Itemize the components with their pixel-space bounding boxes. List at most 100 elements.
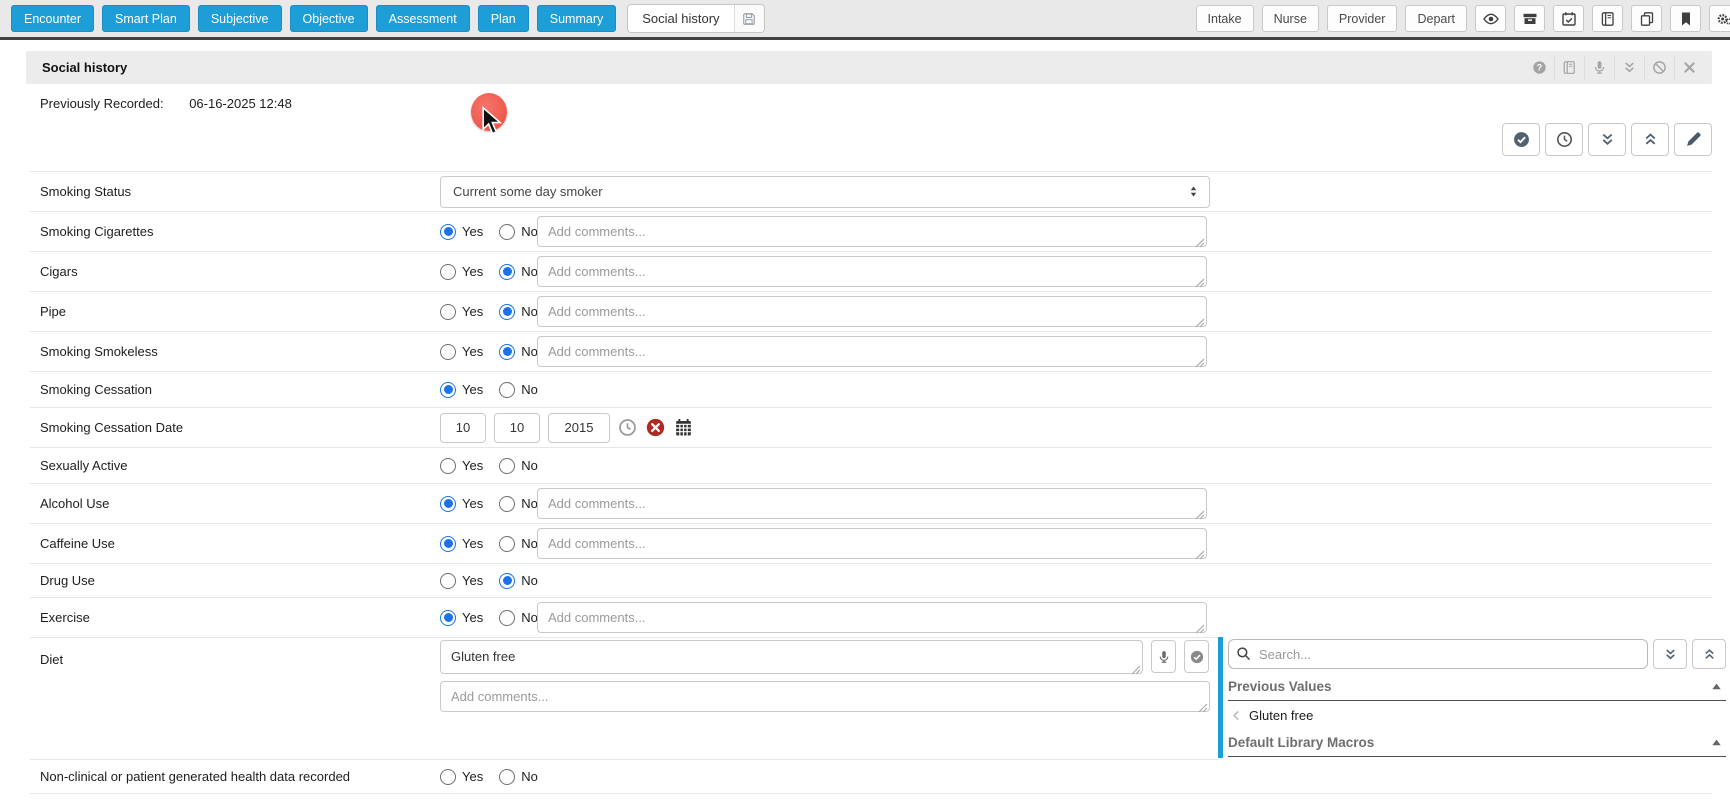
header-chevrons-down-icon-button[interactable] <box>1614 55 1644 80</box>
cursor-icon <box>481 106 503 136</box>
non-clinical-or-patient-generated-health-data-recorded-no-radio[interactable]: No <box>499 769 538 785</box>
drug-use-no-radio[interactable]: No <box>499 573 538 589</box>
header-mic-icon-button[interactable] <box>1584 55 1614 80</box>
macro-search-input[interactable] <box>1228 639 1648 669</box>
diet-value-textarea[interactable] <box>440 640 1143 674</box>
sexually-active-yes-radio[interactable]: Yes <box>440 458 483 474</box>
caffeine-use-yes-radio[interactable]: Yes <box>440 536 483 552</box>
no-radio-circle <box>499 536 515 552</box>
workflow-button-depart[interactable]: Depart <box>1405 5 1467 32</box>
nav-button-assessment[interactable]: Assessment <box>376 5 470 32</box>
pipe-no-radio[interactable]: No <box>499 304 538 320</box>
smoking-cigarettes-no-radio[interactable]: No <box>499 224 538 240</box>
action-clock-icon-button[interactable] <box>1545 123 1583 156</box>
yes-radio-circle <box>440 769 456 785</box>
diet-check-circle-icon-button[interactable] <box>1184 640 1209 673</box>
caffeine-use-no-radio[interactable]: No <box>499 536 538 552</box>
smoking-cessation-date-mm-input[interactable] <box>440 413 486 443</box>
workflow-button-provider[interactable]: Provider <box>1327 5 1398 32</box>
yes-radio-label: Yes <box>462 264 483 279</box>
nav-button-summary[interactable]: Summary <box>537 5 616 32</box>
exercise-yes-radio[interactable]: Yes <box>440 610 483 626</box>
smoking-cigarettes-yes-radio[interactable]: Yes <box>440 224 483 240</box>
gear-icon <box>1717 11 1730 27</box>
smoking-cigarettes-comment-textarea[interactable] <box>537 216 1207 247</box>
caffeine-use-comment-textarea[interactable] <box>537 528 1207 559</box>
drug-use-yes-radio[interactable]: Yes <box>440 573 483 589</box>
radio-group-drug-use: Yes No <box>440 573 537 589</box>
pipe-yes-radio[interactable]: Yes <box>440 304 483 320</box>
yes-radio-label: Yes <box>462 610 483 625</box>
previous-value-item[interactable]: Gluten free <box>1228 701 1726 729</box>
triangle-up-icon <box>1711 737 1722 748</box>
panel-chevrons-up-icon-button[interactable] <box>1692 639 1726 669</box>
section-header-icons: ? <box>1524 55 1704 80</box>
diet-mic-icon-button[interactable] <box>1151 640 1176 673</box>
smoking-cessation-yes-radio[interactable]: Yes <box>440 382 483 398</box>
top-toolbar: Encounter Smart Plan Subjective Objective As… <box>0 0 1730 40</box>
toolbar-gear-icon-button[interactable] <box>1709 5 1730 32</box>
exercise-comment-textarea[interactable] <box>537 602 1207 633</box>
toolbar-archive-icon-button[interactable] <box>1514 5 1545 32</box>
date-calendar-icon-button[interactable] <box>674 418 694 438</box>
smoking-smokeless-no-radio[interactable]: No <box>499 344 538 360</box>
panel-chevrons-down-icon-button[interactable] <box>1653 639 1687 669</box>
row-label-non-clinical-or-patient-generated-health-data-recorded: Non-clinical or patient generated health… <box>30 769 440 784</box>
alcohol-use-comment-textarea[interactable] <box>537 488 1207 519</box>
exercise-no-radio[interactable]: No <box>499 610 538 626</box>
smoking-smokeless-yes-radio[interactable]: Yes <box>440 344 483 360</box>
toolbar-copy-icon-button[interactable] <box>1631 5 1662 32</box>
sexually-active-no-radio[interactable]: No <box>499 458 538 474</box>
toolbar-eye-icon-button[interactable] <box>1475 5 1506 32</box>
cigars-yes-radio[interactable]: Yes <box>440 264 483 280</box>
non-clinical-or-patient-generated-health-data-recorded-yes-radio[interactable]: Yes <box>440 769 483 785</box>
date-remove-icon-button[interactable] <box>646 418 666 438</box>
header-close-icon-button[interactable] <box>1674 55 1704 80</box>
nav-button-encounter[interactable]: Encounter <box>11 5 94 32</box>
smoking-cessation-no-radio[interactable]: No <box>499 382 538 398</box>
section-header-default-library-macros[interactable]: Default Library Macros <box>1228 729 1726 757</box>
smoking-cessation-date-yy-input[interactable] <box>548 413 610 443</box>
workflow-button-intake[interactable]: Intake <box>1196 5 1254 32</box>
cigars-comment-textarea[interactable] <box>537 256 1207 287</box>
smoking-status-select[interactable]: Current some day smoker <box>440 176 1210 208</box>
nav-button-objective[interactable]: Objective <box>290 5 368 32</box>
action-check-circle-icon-button[interactable] <box>1502 123 1540 156</box>
nav-button-subjective[interactable]: Subjective <box>198 5 282 32</box>
header-ban-icon-button[interactable] <box>1644 55 1674 80</box>
smoking-cessation-date-dd-input[interactable] <box>494 413 540 443</box>
no-radio-label: No <box>521 610 538 625</box>
action-pencil-icon-button[interactable] <box>1674 123 1712 156</box>
pipe-comment-textarea[interactable] <box>537 296 1207 327</box>
header-help-icon-button[interactable]: ? <box>1524 55 1554 80</box>
toolbar-bookmark-icon-button[interactable] <box>1670 5 1701 32</box>
cigars-no-radio[interactable]: No <box>499 264 538 280</box>
toolbar-calendar-check-icon-button[interactable] <box>1553 5 1584 32</box>
section-header-previous-values[interactable]: Previous Values <box>1228 673 1726 701</box>
header-book-icon-button[interactable] <box>1554 55 1584 80</box>
toolbar-book-icon-button[interactable] <box>1592 5 1623 32</box>
alcohol-use-yes-radio[interactable]: Yes <box>440 496 483 512</box>
radio-group-alcohol-use: Yes No <box>440 496 537 512</box>
action-chevrons-down-icon-button[interactable] <box>1588 123 1626 156</box>
smoking-smokeless-comment-textarea[interactable] <box>537 336 1207 367</box>
yes-radio-circle <box>440 573 456 589</box>
save-icon[interactable] <box>734 5 764 32</box>
close-icon <box>1682 60 1697 75</box>
chevrons-down-icon <box>1622 60 1637 75</box>
yes-radio-circle <box>440 382 456 398</box>
diet-comment-textarea[interactable] <box>440 681 1210 712</box>
tab-social-history[interactable]: Social history <box>627 4 764 33</box>
date-clock-icon-button[interactable] <box>618 418 638 438</box>
alcohol-use-no-radio[interactable]: No <box>499 496 538 512</box>
form-row-advance-directive: Advance DirectiveYesNo <box>30 793 1712 801</box>
no-radio-label: No <box>521 224 538 239</box>
workflow-button-nurse[interactable]: Nurse <box>1262 5 1319 32</box>
action-chevrons-up-icon-button[interactable] <box>1631 123 1669 156</box>
form-row-smoking-smokeless: Smoking SmokelessYesNo <box>30 331 1712 371</box>
nav-button-smart-plan[interactable]: Smart Plan <box>102 5 190 32</box>
ban-icon <box>1652 60 1667 75</box>
clock-icon <box>618 418 637 437</box>
row-label-smoking-cigarettes: Smoking Cigarettes <box>30 224 440 239</box>
nav-button-plan[interactable]: Plan <box>478 5 529 32</box>
